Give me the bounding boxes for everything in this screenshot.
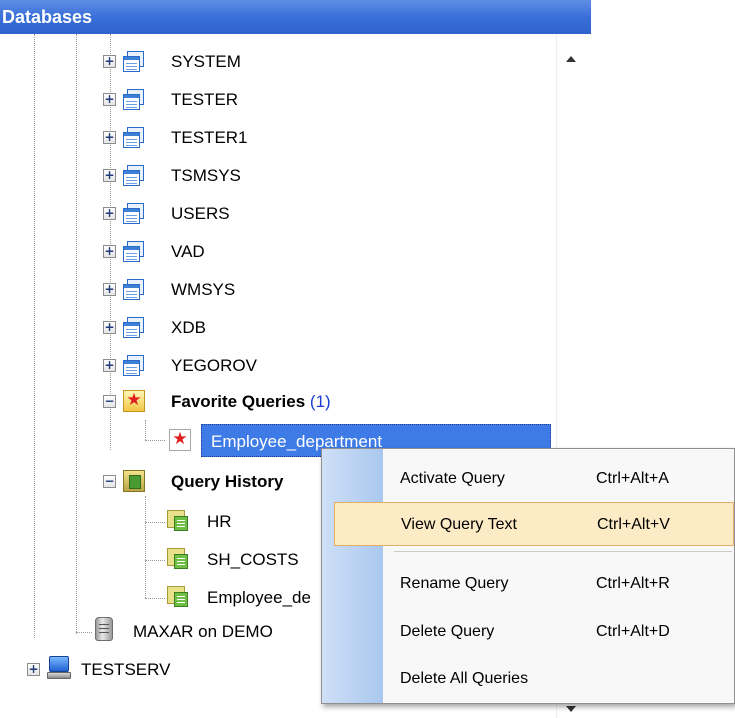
menu-item-shortcut: Ctrl+Alt+R	[596, 575, 670, 592]
tree-item-label: USERS	[171, 204, 230, 223]
database-schema-icon	[123, 127, 145, 149]
tree-item-label: MAXAR on DEMO	[133, 622, 273, 641]
history-label: Query History	[171, 472, 284, 491]
database-schema-icon	[123, 203, 145, 225]
menu-item-label: Activate Query	[400, 470, 505, 487]
expand-icon[interactable]: +	[103, 131, 116, 144]
collapse-icon[interactable]: −	[103, 395, 116, 408]
tree-line	[145, 420, 146, 440]
tree-item-label: Employee_de	[207, 588, 311, 607]
panel-title: Databases	[0, 0, 591, 34]
database-schema-icon	[123, 355, 145, 377]
tree-item-label: SYSTEM	[171, 52, 241, 71]
expand-icon[interactable]: +	[103, 169, 116, 182]
database-schema-icon	[123, 89, 145, 111]
expand-icon[interactable]: +	[103, 55, 116, 68]
database-schema-icon	[123, 279, 145, 301]
expand-icon[interactable]: +	[103, 93, 116, 106]
context-menu: Activate Query Ctrl+Alt+A View Query Tex…	[321, 448, 735, 704]
tree-line	[145, 560, 165, 561]
tree-line	[145, 522, 165, 523]
menu-item-label: Delete Query	[400, 623, 495, 640]
tree-item-label: SH_COSTS	[207, 550, 299, 569]
database-cylinder-icon	[95, 617, 113, 641]
menu-item-delete-all-queries[interactable]: Delete All Queries	[383, 657, 734, 701]
tree-item-label: YEGOROV	[171, 356, 257, 375]
menu-item-view-query-text[interactable]: View Query Text Ctrl+Alt+V	[334, 502, 734, 546]
expand-icon[interactable]: +	[103, 321, 116, 334]
tree-line	[76, 632, 92, 633]
menu-item-rename-query[interactable]: Rename Query Ctrl+Alt+R	[383, 562, 734, 606]
scroll-up-arrow-icon[interactable]	[566, 56, 576, 62]
database-schema-icon	[123, 241, 145, 263]
expand-icon[interactable]: +	[27, 663, 40, 676]
database-schema-icon	[123, 51, 145, 73]
expand-icon[interactable]: +	[103, 359, 116, 372]
tree-line	[145, 496, 146, 598]
menu-icon-gutter	[322, 449, 383, 703]
tree-item-label: TESTER1	[171, 128, 248, 147]
favorites-label: Favorite Queries	[171, 392, 306, 411]
favorites-label-group: Favorite Queries (1)	[171, 392, 331, 412]
menu-item-label: Rename Query	[400, 575, 509, 592]
star-folder-icon: ★	[123, 390, 145, 412]
query-icon	[167, 510, 189, 532]
tree-item-label: TSMSYS	[171, 166, 241, 185]
tree-line	[145, 440, 165, 441]
menu-item-delete-query[interactable]: Delete Query Ctrl+Alt+D	[383, 610, 734, 654]
tree-item-label: XDB	[171, 318, 206, 337]
tree-item-label: TESTER	[171, 90, 239, 109]
tree-item-label: HR	[207, 512, 232, 531]
tree-line	[34, 34, 35, 638]
menu-item-shortcut: Ctrl+Alt+A	[596, 470, 669, 487]
menu-item-shortcut: Ctrl+Alt+D	[596, 623, 670, 640]
query-icon	[167, 548, 189, 570]
tree-line	[76, 34, 77, 634]
query-history-icon	[123, 470, 145, 492]
tree-item-label: VAD	[171, 242, 205, 261]
expand-icon[interactable]: +	[103, 283, 116, 296]
scroll-down-arrow-icon[interactable]	[566, 706, 576, 712]
menu-separator	[394, 551, 732, 552]
expand-icon[interactable]: +	[103, 207, 116, 220]
database-schema-icon	[123, 165, 145, 187]
collapse-icon[interactable]: −	[103, 475, 116, 488]
menu-item-shortcut: Ctrl+Alt+V	[597, 516, 670, 533]
expand-icon[interactable]: +	[103, 245, 116, 258]
menu-item-activate-query[interactable]: Activate Query Ctrl+Alt+A	[383, 457, 734, 501]
star-icon: ★	[169, 429, 191, 451]
menu-item-label: View Query Text	[401, 516, 517, 533]
favorites-count: (1)	[309, 392, 331, 411]
query-icon	[167, 586, 189, 608]
menu-item-label: Delete All Queries	[400, 670, 529, 687]
tree-line	[145, 598, 165, 599]
server-computer-icon	[47, 656, 71, 680]
tree-item-label: TESTSERV	[81, 660, 171, 679]
tree-item-label: WMSYS	[171, 280, 236, 299]
database-schema-icon	[123, 317, 145, 339]
